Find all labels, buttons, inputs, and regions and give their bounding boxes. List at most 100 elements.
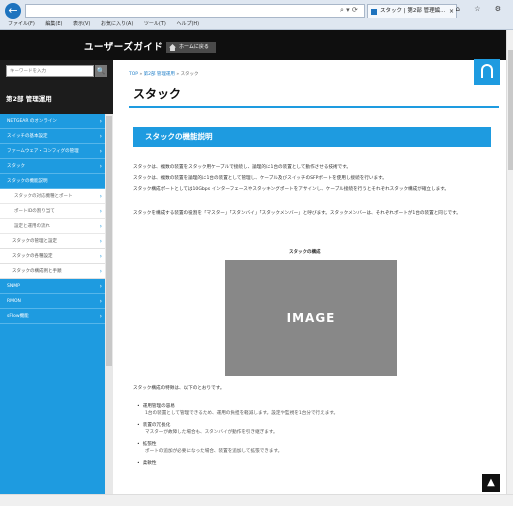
sidebar-item-label: SNMP: [7, 284, 20, 289]
breadcrumb-top[interactable]: TOP: [129, 72, 138, 77]
page-scrollbar[interactable]: [506, 30, 513, 494]
sidebar-item[interactable]: スタックの対応機種とポート ›: [0, 189, 105, 204]
horizontal-scrollbar[interactable]: [0, 494, 513, 506]
chevron-right-icon: ›: [99, 178, 102, 185]
address-bar-icons[interactable]: ⌕ ▾ ⟳: [340, 6, 358, 15]
back-to-top-button[interactable]: ▲: [482, 474, 500, 492]
arrow-up-icon: ▲: [487, 477, 495, 488]
chevron-right-icon: ›: [99, 238, 102, 245]
search-icon: 🔍: [96, 67, 106, 75]
main-content: TOP » 第2部 管理運用 » スタック スタック スタックの機能説明 スタッ…: [113, 59, 506, 494]
menu-favorites[interactable]: お気に入り(A): [101, 21, 133, 27]
sidebar-item[interactable]: SNMP ›: [0, 279, 105, 294]
chevron-right-icon: ›: [99, 193, 102, 200]
sidebar-item-label: ポートIDの割り当て: [14, 209, 55, 214]
chevron-right-icon: ›: [99, 118, 102, 125]
sidebar-item-label: スタック: [7, 164, 25, 169]
back-arrow-icon[interactable]: ←: [5, 3, 21, 19]
paragraph: スタックを構成する装置の役割を「マスター」「スタンバイ」「スタックメンバー」と呼…: [133, 211, 461, 216]
tab-title: スタック | 第2部 管理編...: [380, 8, 446, 14]
search-button[interactable]: 🔍: [95, 65, 107, 77]
menu-help[interactable]: ヘルプ(H): [176, 21, 199, 27]
chevron-right-icon: ›: [99, 283, 102, 290]
menu-tools[interactable]: ツール(T): [144, 21, 166, 27]
list-item: 拡張性ポートの追加が必要になった場合、装置を追加して拡張できます。: [137, 441, 487, 455]
sidebar-nav: NETGEAR のオンライン › スイッチの基本設定 › ファームウェア・コンフィグの管…: [0, 114, 105, 324]
sidebar-search: 🔍: [0, 60, 113, 82]
figure-image: IMAGE: [225, 260, 397, 376]
home-button[interactable]: ホームに戻る: [166, 42, 216, 53]
sidebar: 🔍 第2部 管理運用 NETGEAR のオンライン›スイッチの基本設定›ファーム…: [0, 60, 113, 494]
title-divider: [129, 106, 499, 108]
browser-menubar: ファイル(F) 編集(E) 表示(V) お気に入り(A) ツール(T) ヘルプ(…: [8, 20, 208, 27]
address-bar[interactable]: [25, 4, 365, 18]
sidebar-item[interactable]: 設定と運用の流れ ›: [0, 219, 105, 234]
page-scroll-thumb[interactable]: [508, 50, 513, 170]
list-item-description: マスターが故障した場合も、スタンバイが動作を引き継ぎます。: [145, 430, 278, 435]
house-icon: [169, 44, 176, 51]
list-item-description: 1台の装置として管理できるため、運用の負担を軽減します。設定や監視を1台分で行え…: [145, 411, 339, 416]
paragraph: スタック構成ポートとしては10Gbps インターフェースやスタッキングポートをア…: [133, 187, 449, 192]
sidebar-scrollbar[interactable]: [105, 114, 113, 494]
list-item-title: 運用管理の容易: [137, 403, 487, 410]
favicon-icon: [371, 9, 377, 15]
sidebar-item-label: スタックの各種設定: [12, 254, 53, 259]
sidebar-item[interactable]: スタックの構成例と手順 ›: [0, 264, 105, 279]
sidebar-scroll-thumb[interactable]: [106, 116, 112, 366]
paragraph: スタックは、複数の装置をスタック用ケーブルで接続し、論理的に1台の装置として動作…: [133, 165, 351, 170]
sidebar-item-label: sFlow機能: [7, 314, 29, 319]
sidebar-item-label: スタックの機能説明: [7, 179, 48, 184]
chevron-right-icon: ›: [99, 148, 102, 155]
home-button-label: ホームに戻る: [179, 44, 209, 50]
window-controls[interactable]: ⌂ ☆ ⚙: [456, 5, 507, 13]
sidebar-item-label: スタックの管理と設定: [12, 239, 57, 244]
sidebar-item[interactable]: NETGEAR のオンライン ›: [0, 114, 105, 129]
browser-chrome: ← ⌕ ▾ ⟳ スタック | 第2部 管理編... × ⌂ ☆ ⚙ ファイル(F…: [0, 0, 513, 30]
logo-mark-icon: [481, 64, 493, 78]
chevron-right-icon: ›: [99, 253, 102, 260]
sidebar-item-label: スタックの対応機種とポート: [14, 194, 73, 199]
list-item-title: 装置の冗長化: [137, 422, 487, 429]
breadcrumb: TOP » 第2部 管理運用 » スタック: [129, 71, 199, 77]
menu-edit[interactable]: 編集(E): [45, 21, 62, 27]
sidebar-item[interactable]: スタック ›: [0, 159, 105, 174]
sidebar-item-label: NETGEAR のオンライン: [7, 119, 57, 124]
chevron-right-icon: ›: [99, 223, 102, 230]
sidebar-item[interactable]: ポートIDの割り当て ›: [0, 204, 105, 219]
sidebar-item[interactable]: スイッチの基本設定 ›: [0, 129, 105, 144]
sidebar-item-label: 設定と運用の流れ: [14, 224, 50, 229]
search-input[interactable]: [6, 65, 94, 77]
list-item-title: 柔軟性: [137, 460, 487, 467]
sidebar-item[interactable]: RMON ›: [0, 294, 105, 309]
chevron-right-icon: ›: [99, 163, 102, 170]
sidebar-section-title: 第2部 管理運用: [0, 82, 113, 114]
breadcrumb-mid[interactable]: 第2部 管理運用: [144, 72, 175, 77]
site-title[interactable]: ユーザーズガイド: [84, 39, 163, 53]
sidebar-item[interactable]: スタックの各種設定 ›: [0, 249, 105, 264]
menu-view[interactable]: 表示(V): [73, 21, 90, 27]
browser-tab[interactable]: スタック | 第2部 管理編... ×: [367, 4, 457, 18]
menu-file[interactable]: ファイル(F): [8, 21, 35, 27]
breadcrumb-current: スタック: [180, 72, 199, 77]
page-title: スタック: [133, 87, 182, 101]
chevron-right-icon: ›: [99, 298, 102, 305]
sidebar-item[interactable]: スタックの管理と設定 ›: [0, 234, 105, 249]
chevron-right-icon: ›: [99, 133, 102, 140]
list-item: 運用管理の容易1台の装置として管理できるため、運用の負担を軽減します。設定や監視…: [137, 403, 487, 417]
sidebar-item-label: スタックの構成例と手順: [12, 269, 62, 274]
paragraph: スタックは、複数の装置を論理的に1台の装置として管理し、ケーブル及びスイッチのS…: [133, 176, 387, 181]
sidebar-item-label: RMON: [7, 299, 21, 304]
chevron-right-icon: ›: [99, 268, 102, 275]
sidebar-item[interactable]: sFlow機能 ›: [0, 309, 105, 324]
feature-list: 運用管理の容易1台の装置として管理できるため、運用の負担を軽減します。設定や監視…: [137, 403, 487, 472]
sidebar-item[interactable]: ファームウェア・コンフィグの管理 ›: [0, 144, 105, 159]
list-item-description: ポートの追加が必要になった場合、装置を追加して拡張できます。: [145, 449, 283, 454]
list-item-title: 拡張性: [137, 441, 487, 448]
list-item: 装置の冗長化マスターが故障した場合も、スタンバイが動作を引き継ぎます。: [137, 422, 487, 436]
tab-close-icon[interactable]: ×: [449, 5, 454, 18]
figure-caption: スタックの構成: [289, 250, 321, 255]
sidebar-item[interactable]: スタックの機能説明 ›: [0, 174, 105, 189]
chevron-right-icon: ›: [99, 313, 102, 320]
list-item: 柔軟性: [137, 460, 487, 467]
brand-logo[interactable]: [474, 59, 500, 85]
